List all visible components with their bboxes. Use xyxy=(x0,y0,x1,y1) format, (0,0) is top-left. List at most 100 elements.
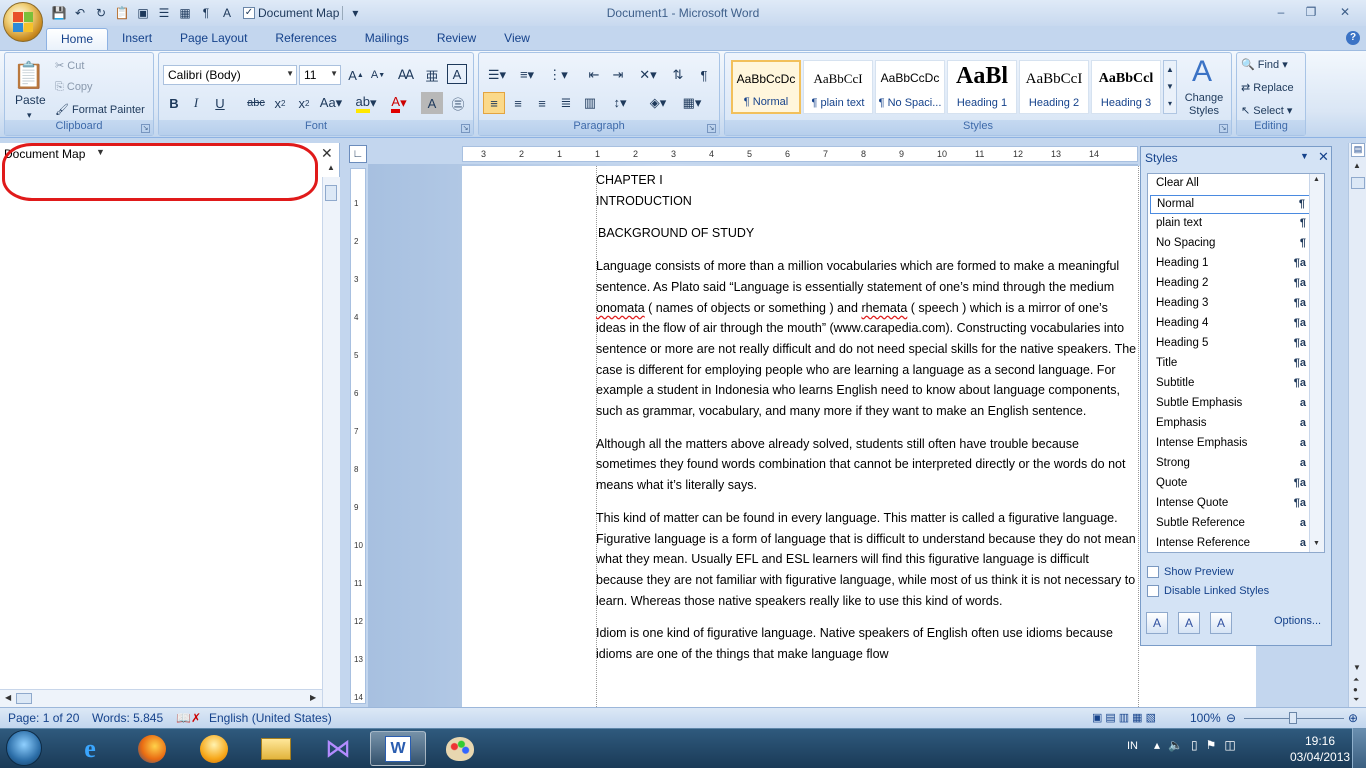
misspelled-word[interactable]: rhemata xyxy=(861,301,907,315)
find-button[interactable]: 🔍 Find ▾ xyxy=(1241,58,1288,71)
style-tile-heading-2[interactable]: AaBbCcI Heading 2 xyxy=(1019,60,1089,114)
page-count[interactable]: Page: 1 of 20 xyxy=(8,711,79,725)
font-name-combo[interactable]: Calibri (Body) ▼ xyxy=(163,65,297,85)
scroll-left-icon[interactable]: ◀ xyxy=(5,693,11,702)
zoom-in-icon[interactable]: ⊕ xyxy=(1348,711,1358,725)
show-desktop-button[interactable] xyxy=(1352,728,1366,768)
hscroll-thumb[interactable] xyxy=(16,693,32,704)
asian-layout-icon[interactable]: ✕▾ xyxy=(633,64,663,86)
style-list-item[interactable]: Strong a xyxy=(1150,455,1310,474)
sort-icon[interactable]: ⇅ xyxy=(667,64,689,86)
pane-options-icon[interactable]: ▼ xyxy=(1300,151,1309,161)
style-list-item[interactable]: Subtle Reference a xyxy=(1150,515,1310,534)
align-center-icon[interactable]: ≡ xyxy=(507,92,529,114)
style-list-item[interactable]: Heading 3 ¶a xyxy=(1150,295,1310,314)
tab-mailings[interactable]: Mailings xyxy=(351,28,423,50)
strikethrough-icon[interactable]: abc xyxy=(245,92,267,114)
replace-button[interactable]: ⇄ Replace xyxy=(1241,81,1294,94)
bold-icon[interactable]: B xyxy=(163,92,185,114)
style-tile-heading-3[interactable]: AaBbCcl Heading 3 xyxy=(1091,60,1161,114)
tab-references[interactable]: References xyxy=(261,28,350,50)
style-list-item[interactable]: Heading 5 ¶a xyxy=(1150,335,1310,354)
style-list-item[interactable]: Heading 2 ¶a xyxy=(1150,275,1310,294)
clear-formatting-icon[interactable]: Ꜳ xyxy=(395,64,417,86)
style-list-item[interactable]: Intense Quote ¶a xyxy=(1150,495,1310,514)
style-list-item[interactable]: Clear All xyxy=(1150,175,1310,194)
close-pane-icon[interactable]: ✕ xyxy=(1318,149,1329,165)
align-left-icon[interactable]: ≡ xyxy=(483,92,505,114)
document-vertical-scrollbar[interactable]: ▤ ▲ ▼ ⏶ ● ⏷ xyxy=(1348,143,1366,707)
style-tile-normal[interactable]: AaBbCcDc ¶ Normal xyxy=(731,60,801,114)
underline-icon[interactable]: U xyxy=(209,92,231,114)
tab-page-layout[interactable]: Page Layout xyxy=(166,28,261,50)
tab-home[interactable]: Home xyxy=(46,28,109,50)
change-case-icon[interactable]: Aa▾ xyxy=(317,92,345,114)
options-link[interactable]: Options... xyxy=(1274,615,1321,627)
horizontal-ruler[interactable]: 3 2 1 1 2 3 4 5 6 7 8 9 10 11 12 13 14 xyxy=(462,146,1138,162)
subscript-icon[interactable]: x2 xyxy=(269,92,291,114)
line-spacing-icon[interactable]: ↕▾ xyxy=(605,92,635,114)
scroll-up-icon[interactable]: ▲ xyxy=(327,163,335,172)
change-styles-icon[interactable]: A xyxy=(1186,55,1218,88)
input-language[interactable]: IN xyxy=(1127,740,1138,752)
paste-clipboard-icon[interactable]: 📋 xyxy=(11,57,47,93)
highlight-icon[interactable]: ab ▾ xyxy=(351,92,381,114)
misspelled-word[interactable]: onomata xyxy=(596,301,645,315)
justify-icon[interactable]: ≣ xyxy=(555,92,577,114)
bullets-icon[interactable]: ☰▾ xyxy=(483,64,511,86)
proofing-icon[interactable]: 📖✗ xyxy=(176,711,201,725)
font-launcher-icon[interactable]: ↘ xyxy=(461,124,470,133)
style-list-item[interactable]: Title ¶a xyxy=(1150,355,1310,374)
paragraph-launcher-icon[interactable]: ↘ xyxy=(707,124,716,133)
style-list-item[interactable]: Subtitle ¶a xyxy=(1150,375,1310,394)
select-browse-object-icon[interactable]: ● xyxy=(1353,685,1358,694)
new-style-icon[interactable]: A xyxy=(1146,612,1168,634)
copy-button[interactable]: ⎘ Copy xyxy=(55,81,93,94)
cut-button[interactable]: ✂ Cut xyxy=(55,59,84,72)
multilevel-list-icon[interactable]: ⋮▾ xyxy=(543,64,573,86)
numbering-icon[interactable]: ≡▾ xyxy=(513,64,541,86)
shading-icon[interactable]: ◈▾ xyxy=(643,92,673,114)
messenger-icon[interactable] xyxy=(186,731,242,766)
font-size-combo[interactable]: 11 ▼ xyxy=(299,65,341,85)
scroll-down-icon[interactable]: ▼ xyxy=(1313,540,1320,547)
style-list-item[interactable]: Heading 1 ¶a xyxy=(1150,255,1310,274)
visual-studio-icon[interactable]: ⋈ xyxy=(310,731,366,766)
minimize-button[interactable]: – xyxy=(1272,5,1290,21)
explorer-folder-icon[interactable] xyxy=(248,731,304,766)
paste-button[interactable]: Paste xyxy=(15,93,46,107)
zoom-thumb[interactable] xyxy=(1289,712,1297,724)
scroll-thumb[interactable] xyxy=(1351,177,1365,189)
clipboard-launcher-icon[interactable]: ↘ xyxy=(141,124,150,133)
word-count[interactable]: Words: 5.845 xyxy=(92,711,163,725)
internet-explorer-icon[interactable]: e xyxy=(62,731,118,766)
gallery-scroll[interactable]: ▲ ▼ ▾ xyxy=(1163,60,1177,114)
borders-icon[interactable]: ▦▾ xyxy=(677,92,707,114)
style-list-item[interactable]: No Spacing ¶ xyxy=(1150,235,1310,254)
phonetic-guide-icon[interactable]: 亜 xyxy=(421,64,443,86)
style-list-item[interactable]: Intense Reference a xyxy=(1150,535,1310,554)
select-button[interactable]: ↖ Select ▾ xyxy=(1241,104,1292,117)
scroll-up-icon[interactable]: ▲ xyxy=(1313,176,1320,183)
change-styles-button[interactable]: Change Styles xyxy=(1182,92,1226,118)
document-body[interactable]: CHAPTER I INTRODUCTION BACKGROUND OF STU… xyxy=(596,170,1138,677)
ruler-toggle-icon[interactable]: ▤ xyxy=(1351,143,1365,157)
scroll-thumb[interactable] xyxy=(325,185,337,201)
shrink-font-icon[interactable]: A ▼ xyxy=(367,64,389,86)
distributed-icon[interactable]: ▥ xyxy=(579,92,601,114)
pane-vertical-scrollbar[interactable]: ▲ xyxy=(322,163,340,719)
start-button[interactable] xyxy=(6,730,42,766)
italic-icon[interactable]: I xyxy=(185,92,207,114)
zoom-out-icon[interactable]: ⊖ xyxy=(1226,711,1236,725)
close-window-button[interactable]: ✕ xyxy=(1336,5,1354,21)
manage-styles-icon[interactable]: A xyxy=(1210,612,1232,634)
restore-button[interactable]: ❐ xyxy=(1302,5,1320,21)
pane-horizontal-scrollbar[interactable]: ◀ ▶ xyxy=(0,689,322,707)
increase-indent-icon[interactable]: ⇥ xyxy=(607,64,629,86)
tab-selector-icon[interactable]: ∟ xyxy=(349,145,367,163)
style-tile-no-spacing[interactable]: AaBbCcDc ¶ No Spaci... xyxy=(875,60,945,114)
style-list-item[interactable]: Quote ¶a xyxy=(1150,475,1310,494)
close-pane-icon[interactable]: ✕ xyxy=(321,145,333,162)
style-list-item[interactable]: Intense Emphasis a xyxy=(1150,435,1310,454)
scroll-down-icon[interactable]: ▼ xyxy=(1353,663,1361,672)
